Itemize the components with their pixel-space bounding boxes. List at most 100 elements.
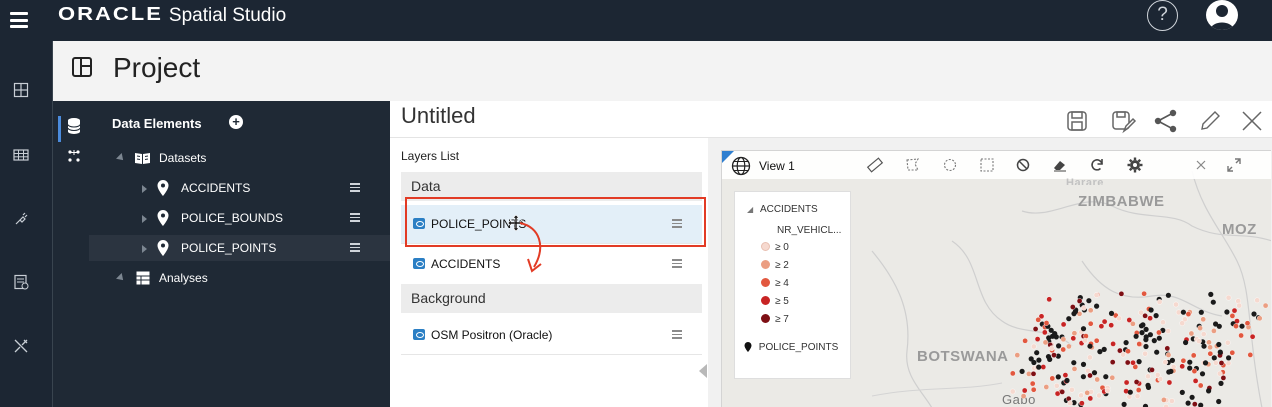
layer-menu-icon[interactable] [672,259,682,269]
accident-point-marker [1218,360,1225,366]
background-section-header: Background [401,284,702,313]
accident-point-marker [1030,370,1037,377]
accident-point-marker [1165,352,1172,358]
accident-point-marker [1166,379,1173,386]
accident-point-marker [1087,320,1094,327]
accident-point-marker [1220,375,1227,381]
police-point-marker [1198,309,1204,315]
layer-visibility-icon[interactable] [413,329,425,340]
hamburger-menu-icon[interactable] [10,12,28,28]
police-point-marker [1031,359,1037,366]
map-canvas[interactable]: View 1 Harare ZIMBABWE MOZ BOTSWANA Gabo [721,150,1271,407]
police-point-marker [1189,394,1195,400]
share-icon[interactable] [1152,107,1180,135]
accident-point-marker [1109,374,1116,381]
accident-point-marker [1188,330,1195,337]
accident-point-marker [1048,345,1055,351]
save-as-icon[interactable] [1109,107,1137,135]
police-point-marker [1185,400,1191,406]
accident-point-marker [1087,354,1093,361]
legend-class-label: ≥ 7 [775,314,789,325]
highlight-annotation-box [405,197,706,247]
legend-class-item: ≥ 4 [761,278,789,289]
police-point-marker [1127,389,1133,395]
tree-node-analyses[interactable]: Analyses [89,265,390,291]
table-nav-icon[interactable] [12,147,30,163]
accident-point-marker [1197,382,1204,389]
police-point-marker [1139,330,1145,336]
accident-point-marker [1133,379,1140,385]
collapse-arrow-icon[interactable] [116,153,126,163]
accident-point-marker [1130,359,1136,366]
police-point-marker [1198,402,1204,407]
police-point-marker [1143,343,1149,350]
layer-menu-icon[interactable] [672,330,682,340]
jobs-nav-icon[interactable] [12,274,30,290]
database-icon[interactable] [67,117,81,135]
accident-point-marker [1160,319,1166,326]
map-pin-icon [157,240,169,256]
legend-layer-accidents: ◢ ACCIDENTS [747,204,818,215]
dataset-row[interactable]: POLICE_BOUNDS [89,205,390,231]
expand-arrow-icon[interactable] [142,215,147,223]
accident-point-marker [1120,351,1126,358]
tree-node-datasets[interactable]: Datasets [89,145,390,171]
document-title: Untitled [401,103,476,128]
expand-arrow-icon[interactable] [142,245,147,253]
close-icon[interactable] [1238,107,1266,135]
analysis-tools-icon[interactable] [67,149,81,163]
legend-class-label: ≥ 2 [775,260,789,271]
accident-point-marker [1224,339,1231,346]
accident-point-marker [1060,321,1067,328]
legend-collapse-icon[interactable]: ◢ [747,205,753,214]
accident-point-marker [1034,336,1041,342]
connections-nav-icon[interactable] [12,211,30,227]
tools-nav-icon[interactable] [12,338,30,354]
police-point-marker [1143,326,1149,332]
accident-point-marker [1022,337,1028,344]
legend-field-label: NR_VEHICL... [777,225,842,236]
layer-visibility-icon[interactable] [413,258,425,269]
expand-arrow-icon[interactable] [142,185,147,193]
help-icon[interactable]: ? [1147,0,1178,31]
police-point-marker [1202,360,1209,366]
accident-point-marker [1020,393,1027,399]
accident-point-marker [1109,359,1116,365]
accident-point-marker [1123,379,1130,386]
accident-point-marker [1087,372,1093,379]
data-elements-panel: Data Elements + Datasets ACCIDENTS POLIC… [53,101,390,407]
accident-point-marker [1135,387,1142,393]
dataset-row[interactable]: ACCIDENTS [89,175,390,201]
accident-point-marker [1126,317,1133,323]
police-point-marker [1218,380,1224,386]
save-icon[interactable] [1063,107,1091,135]
police-point-marker [1138,323,1145,329]
police-point-marker [1216,398,1222,405]
dataset-menu-icon[interactable] [350,243,360,252]
dataset-row[interactable]: POLICE_POINTS [89,235,390,261]
accident-point-marker [1069,386,1075,393]
edit-pencil-icon[interactable] [1196,107,1224,135]
dataset-menu-icon[interactable] [350,183,360,192]
legend-class-item: ≥ 7 [761,314,789,325]
layer-name: OSM Positron (Oracle) [431,328,553,342]
accident-point-marker [1179,320,1186,326]
layer-row-osm-positron[interactable]: OSM Positron (Oracle) [401,316,702,354]
police-point-marker [1239,323,1245,329]
collapse-arrow-icon[interactable] [116,273,126,283]
page-title: Project [113,52,201,83]
collapse-panel-handle[interactable] [699,364,707,378]
accident-point-marker [1141,290,1147,297]
legend-layer-police-points: POLICE_POINTS [744,342,838,353]
accident-point-marker [1126,393,1133,400]
user-avatar-icon[interactable] [1206,0,1238,30]
project-nav-icon[interactable] [12,82,30,98]
add-data-element-button[interactable]: + [229,115,243,129]
accident-point-marker [1212,359,1219,366]
accident-point-marker [1244,320,1251,326]
police-point-marker [1206,388,1212,394]
accident-point-marker [1082,337,1088,344]
police-point-marker [1180,309,1186,315]
dataset-menu-icon[interactable] [350,213,360,222]
police-point-marker [1211,355,1217,361]
